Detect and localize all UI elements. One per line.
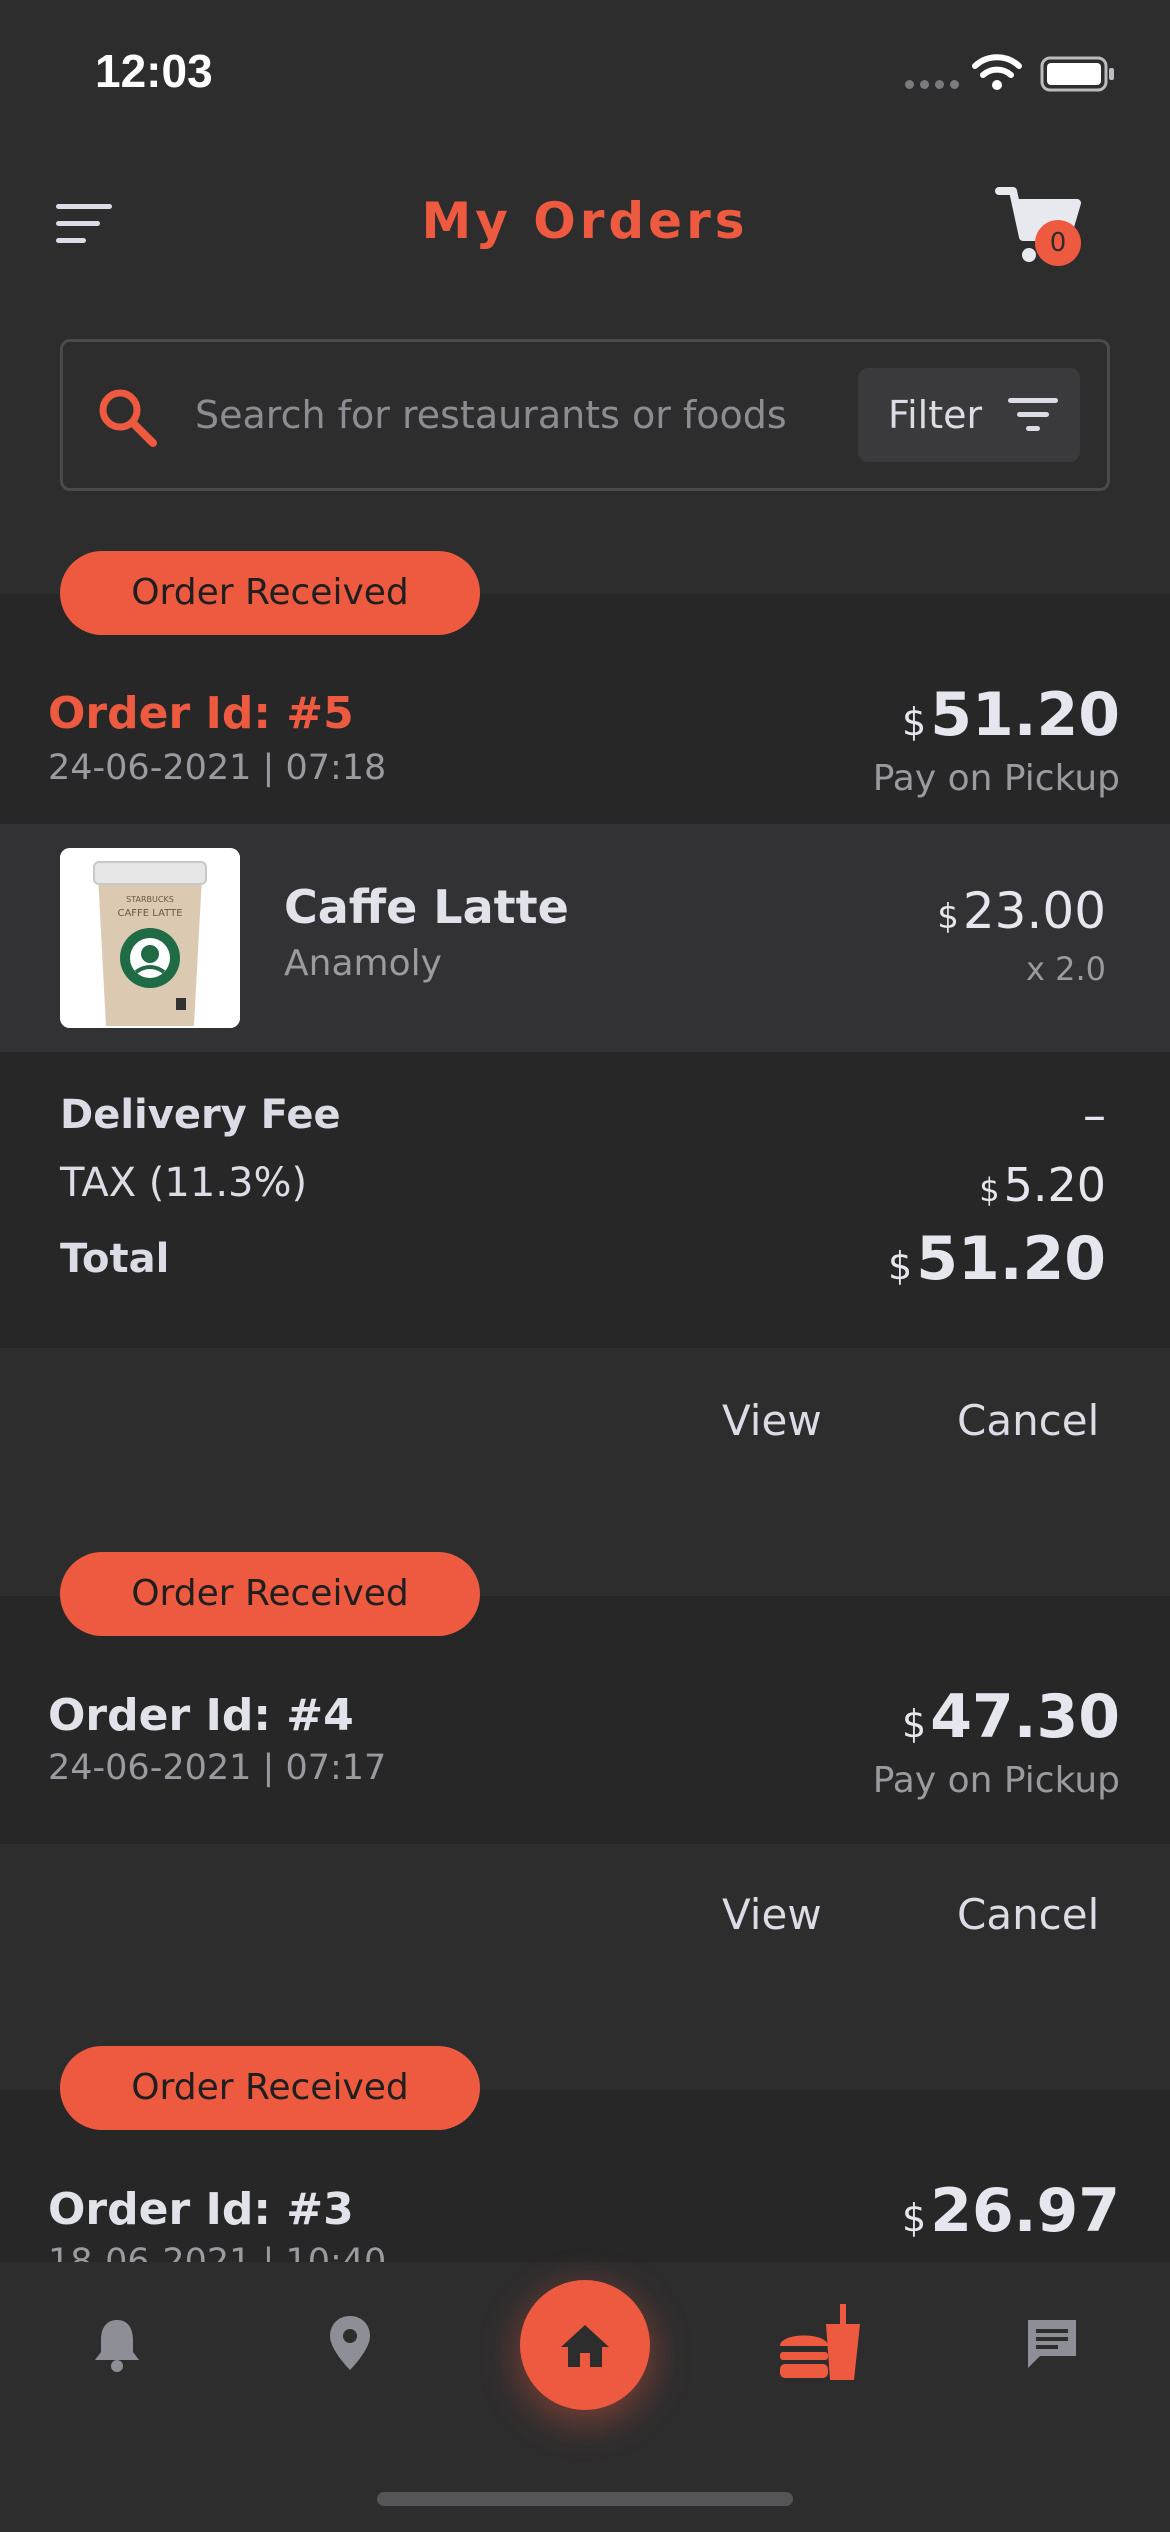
status-time: 12:03 <box>95 45 213 97</box>
food-icon[interactable] <box>778 2302 862 2382</box>
view-order-button[interactable]: View <box>722 1890 822 1939</box>
payment-method: Pay on Pickup <box>872 758 1120 799</box>
tax-value: $5.20 <box>979 1158 1106 1212</box>
order-id: Order Id: #5 <box>48 688 354 739</box>
order-total-price: $47.30 <box>902 1682 1120 1752</box>
filter-button[interactable]: Filter <box>858 368 1080 462</box>
product-name: Caffe Latte <box>284 880 569 934</box>
svg-text:STARBUCKS: STARBUCKS <box>126 895 174 904</box>
cancel-order-button[interactable]: Cancel <box>957 1890 1099 1939</box>
cart-count-badge: 0 <box>1035 220 1081 266</box>
product-restaurant: Anamoly <box>284 943 442 984</box>
home-icon <box>561 2325 609 2367</box>
product-quantity: x 2.0 <box>1026 950 1106 988</box>
cancel-order-button[interactable]: Cancel <box>957 1396 1099 1445</box>
bell-icon[interactable] <box>87 2314 147 2374</box>
filter-label: Filter <box>888 393 983 437</box>
search-input[interactable] <box>195 385 815 445</box>
chat-icon[interactable] <box>1022 2314 1082 2374</box>
order-total-price: $51.20 <box>902 680 1120 750</box>
total-value: $51.20 <box>888 1224 1106 1294</box>
battery-icon <box>1040 56 1114 92</box>
cellular-signal-icon <box>905 80 959 89</box>
view-order-button[interactable]: View <box>722 1396 822 1445</box>
home-indicator <box>377 2492 793 2506</box>
home-button[interactable] <box>520 2280 650 2410</box>
order-date: 24-06-2021 | 07:17 <box>48 1748 387 1788</box>
search-icon <box>99 389 157 447</box>
delivery-fee-value: – <box>1083 1088 1106 1142</box>
order-total-price: $26.97 <box>902 2176 1120 2246</box>
wifi-icon <box>972 54 1022 90</box>
product-image: STARBUCKS CAFFE LATTE <box>60 848 240 1028</box>
delivery-fee-label: Delivery Fee <box>60 1092 341 1138</box>
svg-text:CAFFE LATTE: CAFFE LATTE <box>117 908 182 919</box>
order-status-badge: Order Received <box>60 551 480 635</box>
total-label: Total <box>60 1236 170 1282</box>
payment-method: Pay on Pickup <box>872 1760 1120 1801</box>
order-status-badge: Order Received <box>60 2046 480 2130</box>
filter-icon <box>1008 398 1059 431</box>
product-price: $23.00 <box>937 882 1106 940</box>
location-pin-icon[interactable] <box>320 2312 380 2372</box>
order-id: Order Id: #4 <box>48 1690 354 1741</box>
order-date: 24-06-2021 | 07:18 <box>48 748 387 788</box>
order-status-badge: Order Received <box>60 1552 480 1636</box>
tax-label: TAX (11.3%) <box>60 1160 308 1206</box>
order-id: Order Id: #3 <box>48 2184 354 2235</box>
